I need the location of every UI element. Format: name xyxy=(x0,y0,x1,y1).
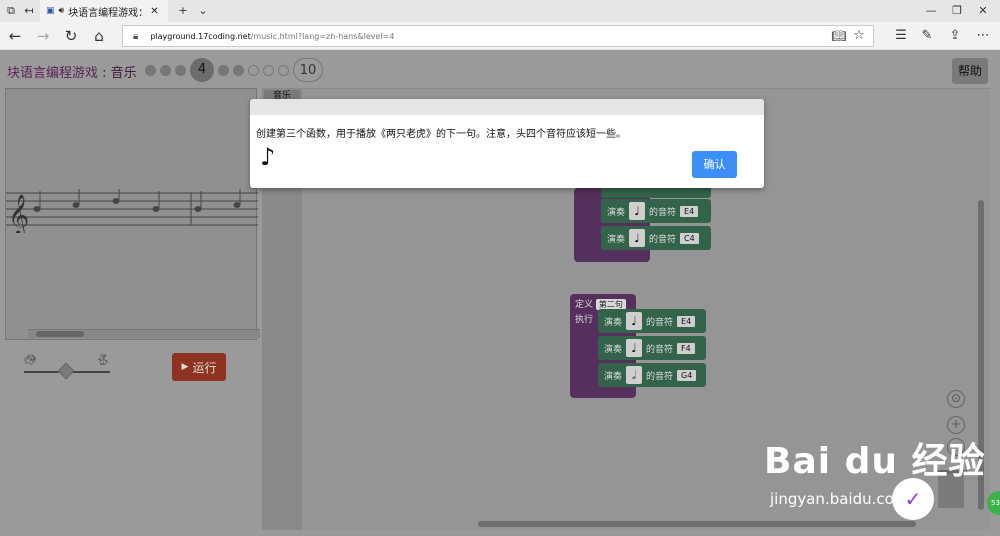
note-suffix: 的音符 xyxy=(646,344,674,355)
play-label: 演奏 xyxy=(604,344,623,355)
play-note-block[interactable]: 演奏 ♩ 的音符 F4 xyxy=(598,336,706,360)
minimize-icon[interactable]: — xyxy=(924,4,938,18)
baidu-watermark-logo: Bai du 经验 xyxy=(764,441,986,482)
baidu-watermark-url: jingyan.baidu.com xyxy=(770,490,909,508)
play-label: 演奏 xyxy=(604,371,623,382)
play-note-block[interactable] xyxy=(601,188,711,198)
note-suffix: 的音符 xyxy=(649,207,677,218)
define-label: 定义 xyxy=(575,300,594,310)
level-selector: 4 10 xyxy=(145,58,323,82)
level-dot[interactable] xyxy=(248,64,259,76)
run-button[interactable]: ▶ 运行 xyxy=(172,353,226,381)
game-title: 块语言编程游戏 xyxy=(7,66,99,81)
hub-icon[interactable]: ☰ xyxy=(892,27,910,45)
favorite-star-icon[interactable]: ☆ xyxy=(850,27,868,45)
run-label: 运行 xyxy=(192,360,217,375)
workspace-horizontal-scrollbar[interactable] xyxy=(478,521,916,527)
play-note-block[interactable]: 演奏 ♩ 的音符 E4 xyxy=(601,199,711,223)
music-staff: 𝄞 xyxy=(6,189,258,233)
speed-slider-handle[interactable] xyxy=(57,362,75,380)
note-suffix: 的音符 xyxy=(646,317,674,328)
last-level[interactable]: 10 xyxy=(293,58,323,82)
help-button[interactable]: 帮助 xyxy=(952,58,988,84)
page-title: 块语言编程游戏 : 音乐 xyxy=(7,62,137,81)
pitch-field[interactable]: F4 xyxy=(677,342,695,354)
watermark-bubble-icon: ✓ xyxy=(892,478,934,520)
tab-manager-icon[interactable]: ⧉ xyxy=(4,4,18,18)
url-host: playground.17coding.net xyxy=(150,31,251,41)
new-tab-icon[interactable]: + xyxy=(176,4,190,18)
title-separator: : xyxy=(98,66,111,81)
confirm-button[interactable]: 确认 xyxy=(692,151,737,178)
notes-pen-icon[interactable]: ✎ xyxy=(918,27,936,45)
turtle-icon: 🐢︎ xyxy=(24,355,37,366)
level-dot[interactable] xyxy=(218,64,229,76)
url-path: /music.html?lang=zh-hans&level=4 xyxy=(250,31,395,41)
pitch-field[interactable]: G4 xyxy=(677,369,697,381)
note-suffix: 的音符 xyxy=(646,371,674,382)
home-icon[interactable]: ⌂ xyxy=(90,27,108,45)
forward-icon[interactable]: → xyxy=(34,27,52,45)
quarter-note-icon[interactable]: ♩ xyxy=(626,339,643,357)
recenter-icon[interactable]: ⊙ xyxy=(947,390,965,408)
level-dot[interactable] xyxy=(233,64,244,76)
play-icon: ▶ xyxy=(181,362,189,372)
quarter-note-icon[interactable]: ♩ xyxy=(626,312,643,330)
half-note-icon[interactable]: 𝅗𝅥 xyxy=(626,366,643,384)
current-level[interactable]: 4 xyxy=(190,58,214,82)
tab-list-chevron-down-icon[interactable]: ⌄ xyxy=(196,4,210,18)
play-note-block[interactable]: 演奏 ♩ 的音符 C4 xyxy=(601,226,711,250)
set-aside-tabs-icon[interactable]: ↤ xyxy=(22,4,36,18)
instruction-dialog: 创建第三个函数，用于播放《两只老虎》的下一句。注意，头四个音符应该短一些。 ♪ … xyxy=(250,99,764,188)
play-note-block[interactable]: 演奏 ♩ 的音符 E4 xyxy=(598,309,706,333)
eighth-note-icon: ♪ xyxy=(260,143,276,171)
music-staff-panel: 𝄞 xyxy=(5,88,260,340)
play-note-block[interactable]: 演奏 𝅗𝅥 的音符 G4 xyxy=(598,363,706,387)
exec-label: 执行 xyxy=(575,315,594,325)
back-icon[interactable]: ← xyxy=(6,27,24,45)
site-favicon-icon: ▣ xyxy=(46,6,55,16)
browser-tab[interactable]: ▣ 🔊︎ 块语言编程游戏：音 ✕ xyxy=(40,0,168,22)
staff-scroll-thumb[interactable] xyxy=(36,331,84,337)
play-label: 演奏 xyxy=(607,207,626,218)
pitch-field[interactable]: E4 xyxy=(680,205,699,217)
app-header: 块语言编程游戏 : 音乐 4 10 帮助 xyxy=(0,50,1000,88)
level-dot[interactable] xyxy=(263,64,274,76)
level-dot[interactable] xyxy=(175,64,186,76)
level-dot[interactable] xyxy=(278,64,289,76)
dialog-title-bar xyxy=(250,99,764,115)
quarter-note-icon[interactable]: ♩ xyxy=(629,202,646,220)
share-icon[interactable]: ⇪ xyxy=(946,27,964,45)
pitch-field[interactable]: E4 xyxy=(677,315,696,327)
close-window-icon[interactable]: ✕ xyxy=(976,4,990,18)
pitch-field[interactable]: C4 xyxy=(680,232,699,244)
game-subtitle: 音乐 xyxy=(110,66,137,81)
refresh-icon[interactable]: ↻ xyxy=(62,27,80,45)
tab-title: 块语言编程游戏：音 xyxy=(68,7,146,19)
close-tab-icon[interactable]: ✕ xyxy=(150,6,158,17)
rabbit-icon: 🐇︎ xyxy=(96,353,110,366)
audio-icon[interactable]: 🔊︎ xyxy=(59,6,65,16)
level-dot[interactable] xyxy=(145,64,156,76)
treble-clef-icon: 𝄞 xyxy=(8,194,29,233)
quarter-note-icon[interactable]: ♩ xyxy=(629,229,646,247)
browser-tab-bar: ⧉ ↤ ▣ 🔊︎ 块语言编程游戏：音 ✕ + ⌄ — ❐ ✕ xyxy=(0,0,1000,22)
reading-view-icon[interactable]: 📖︎ xyxy=(830,27,848,45)
dialog-message: 创建第三个函数，用于播放《两只老虎》的下一句。注意，头四个音符应该短一些。 xyxy=(256,129,626,140)
restore-icon[interactable]: ❐ xyxy=(950,4,964,18)
lock-icon: 🔒︎ xyxy=(133,30,139,42)
play-label: 演奏 xyxy=(607,234,626,245)
browser-toolbar: ← → ↻ ⌂ 🔒︎ playground.17coding.net/music… xyxy=(0,22,1000,50)
play-label: 演奏 xyxy=(604,317,623,328)
note-suffix: 的音符 xyxy=(649,234,677,245)
more-icon[interactable]: ⋯ xyxy=(974,27,992,45)
level-dot[interactable] xyxy=(160,64,171,76)
address-bar[interactable]: 🔒︎ playground.17coding.net/music.html?la… xyxy=(122,25,874,47)
